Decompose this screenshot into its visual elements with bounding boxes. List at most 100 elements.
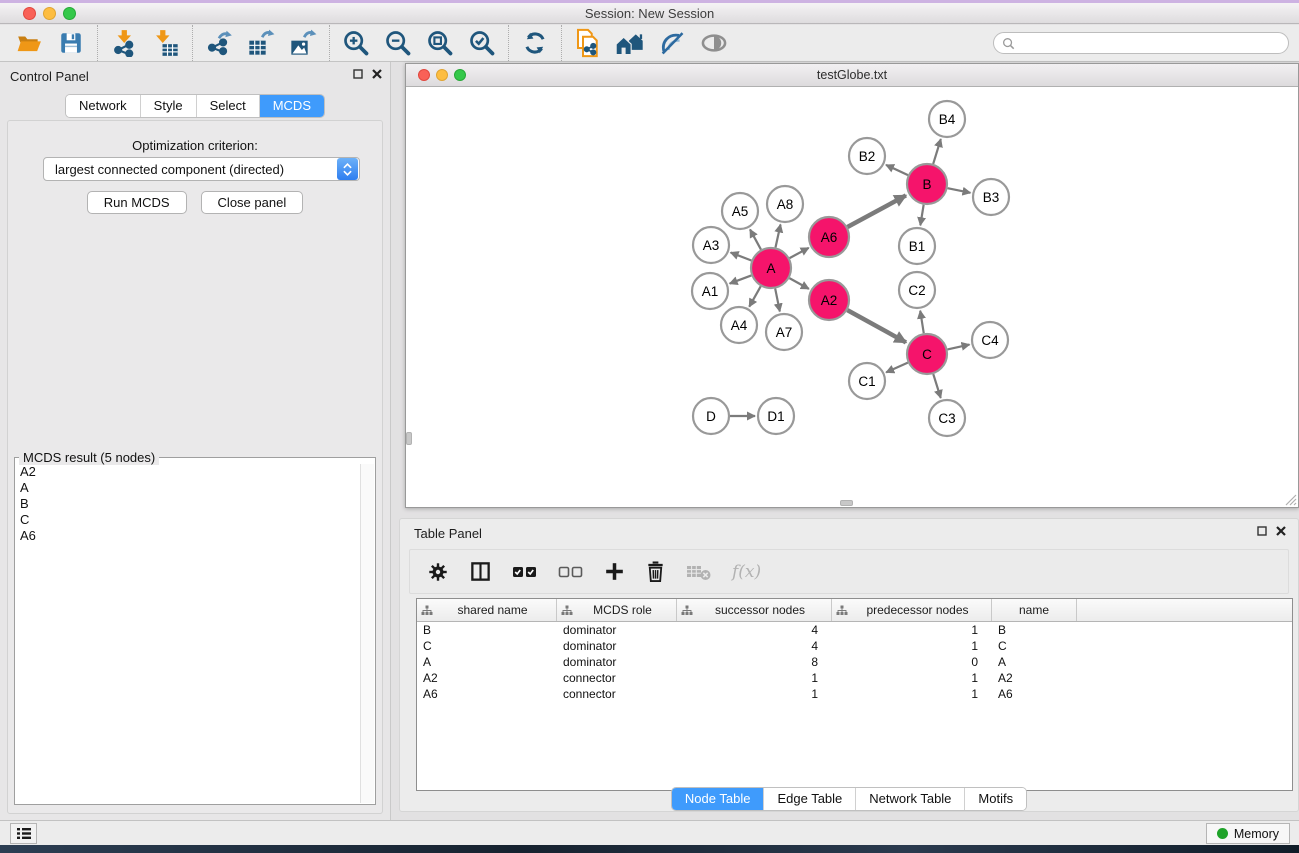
graph-node-A2[interactable]: A2 [809, 280, 849, 320]
cell-predecessor-nodes[interactable]: 0 [832, 655, 992, 669]
mcds-result-list[interactable]: A2ABCA6 [16, 464, 359, 803]
mcds-result-item[interactable]: C [20, 512, 359, 528]
zoom-out-button[interactable] [377, 26, 419, 60]
new-network-from-selection-button[interactable] [567, 26, 609, 60]
memory-button[interactable]: Memory [1206, 823, 1290, 844]
network-canvas[interactable]: B4B2BB3A5A8A6A3B1AA1C2A2A4A7CC4C1C3DD1 [406, 87, 1298, 507]
criterion-dropdown[interactable]: largest connected component (directed) [43, 157, 360, 181]
graph-node-D[interactable]: D [693, 398, 729, 434]
column-header-successor-nodes[interactable]: successor nodes [677, 599, 832, 621]
cell-successor-nodes[interactable]: 4 [677, 639, 832, 653]
cell-name[interactable]: A2 [992, 671, 1077, 685]
close-panel-button[interactable]: Close panel [201, 191, 304, 214]
cell-MCDS-role[interactable]: dominator [557, 639, 677, 653]
graph-edge-A-A6[interactable] [790, 248, 809, 258]
tab-select[interactable]: Select [197, 95, 260, 117]
add-column-icon[interactable] [604, 561, 625, 582]
refresh-button[interactable] [514, 26, 556, 60]
graph-edge-C-C2[interactable] [920, 311, 924, 334]
clear-selection-icon[interactable] [558, 564, 584, 580]
close-panel-icon[interactable] [1276, 526, 1286, 536]
mcds-result-item[interactable]: A [20, 480, 359, 496]
export-network-button[interactable] [198, 26, 240, 60]
float-panel-icon[interactable] [353, 69, 363, 79]
graph-node-B4[interactable]: B4 [929, 101, 965, 137]
graph-edge-A-A2[interactable] [789, 278, 808, 289]
function-builder-icon[interactable]: f(x) [732, 562, 761, 582]
cell-MCDS-role[interactable]: connector [557, 687, 677, 701]
zoom-selected-button[interactable] [461, 26, 503, 60]
cell-predecessor-nodes[interactable]: 1 [832, 687, 992, 701]
graph-node-B1[interactable]: B1 [899, 228, 935, 264]
graph-edge-C-C3[interactable] [933, 374, 940, 398]
search-field[interactable] [993, 32, 1289, 54]
table-row-B[interactable]: Bdominator41B [417, 622, 1292, 638]
cell-MCDS-role[interactable]: dominator [557, 655, 677, 669]
network-hscrollbar[interactable] [840, 500, 853, 506]
graph-edge-A-A8[interactable] [775, 225, 780, 248]
graph-edge-B-B1[interactable] [920, 205, 923, 226]
graph-node-A7[interactable]: A7 [766, 314, 802, 350]
graph-node-A[interactable]: A [751, 248, 791, 288]
graph-node-B3[interactable]: B3 [973, 179, 1009, 215]
graph-node-A5[interactable]: A5 [722, 193, 758, 229]
tab-edge-table[interactable]: Edge Table [764, 788, 856, 810]
graph-edge-A-A3[interactable] [731, 253, 752, 261]
column-header-predecessor-nodes[interactable]: predecessor nodes [832, 599, 992, 621]
table-row-A2[interactable]: A2connector11A2 [417, 670, 1292, 686]
tab-motifs[interactable]: Motifs [965, 788, 1026, 810]
graph-node-A8[interactable]: A8 [767, 186, 803, 222]
table-row-A[interactable]: Adominator80A [417, 654, 1292, 670]
cell-name[interactable]: A [992, 655, 1077, 669]
cell-predecessor-nodes[interactable]: 1 [832, 671, 992, 685]
graph-edge-A2-C[interactable] [847, 310, 906, 342]
tab-mcds[interactable]: MCDS [260, 95, 324, 117]
cell-name[interactable]: A6 [992, 687, 1077, 701]
graph-node-B[interactable]: B [907, 164, 947, 204]
cell-shared-name[interactable]: A [417, 655, 557, 669]
import-network-button[interactable] [103, 26, 145, 60]
export-table-button[interactable] [240, 26, 282, 60]
graph-edge-A-A7[interactable] [775, 289, 780, 312]
cell-shared-name[interactable]: B [417, 623, 557, 637]
graph-edge-B-B2[interactable] [886, 165, 908, 175]
tab-node-table[interactable]: Node Table [672, 788, 765, 810]
zoom-in-button[interactable] [335, 26, 377, 60]
zoom-fit-button[interactable] [419, 26, 461, 60]
graph-edge-A-A4[interactable] [749, 286, 760, 306]
cell-MCDS-role[interactable]: dominator [557, 623, 677, 637]
task-history-button[interactable] [10, 823, 37, 844]
close-panel-icon[interactable] [372, 69, 382, 79]
session-home-button[interactable] [609, 26, 651, 60]
open-session-button[interactable] [8, 26, 50, 60]
graph-node-D1[interactable]: D1 [758, 398, 794, 434]
cell-name[interactable]: B [992, 623, 1077, 637]
save-session-button[interactable] [50, 26, 92, 60]
destroy-table-icon[interactable] [686, 562, 712, 582]
graph-node-C2[interactable]: C2 [899, 272, 935, 308]
network-vscrollbar[interactable] [406, 432, 412, 445]
graph-node-C3[interactable]: C3 [929, 400, 965, 436]
cell-successor-nodes[interactable]: 4 [677, 623, 832, 637]
graph-node-A1[interactable]: A1 [692, 273, 728, 309]
cell-successor-nodes[interactable]: 1 [677, 671, 832, 685]
graph-edge-A-A5[interactable] [750, 229, 761, 249]
graph-edge-C-C1[interactable] [886, 363, 908, 373]
cell-predecessor-nodes[interactable]: 1 [832, 639, 992, 653]
table-row-C[interactable]: Cdominator41C [417, 638, 1292, 654]
graph-node-C4[interactable]: C4 [972, 322, 1008, 358]
graph-node-C[interactable]: C [907, 334, 947, 374]
select-all-icon[interactable] [512, 564, 538, 580]
table-row-A6[interactable]: A6connector11A6 [417, 686, 1292, 702]
cell-successor-nodes[interactable]: 1 [677, 687, 832, 701]
column-header-MCDS-role[interactable]: MCDS role [557, 599, 677, 621]
table-header-row[interactable]: shared nameMCDS rolesuccessor nodesprede… [417, 599, 1292, 622]
network-window-titlebar[interactable]: testGlobe.txt [406, 64, 1298, 87]
run-mcds-button[interactable]: Run MCDS [87, 191, 187, 214]
cell-predecessor-nodes[interactable]: 1 [832, 623, 992, 637]
graph-edge-A6-B[interactable] [847, 195, 905, 227]
result-scrollbar[interactable] [360, 464, 374, 803]
cell-shared-name[interactable]: C [417, 639, 557, 653]
cell-shared-name[interactable]: A6 [417, 687, 557, 701]
graph-node-A3[interactable]: A3 [693, 227, 729, 263]
